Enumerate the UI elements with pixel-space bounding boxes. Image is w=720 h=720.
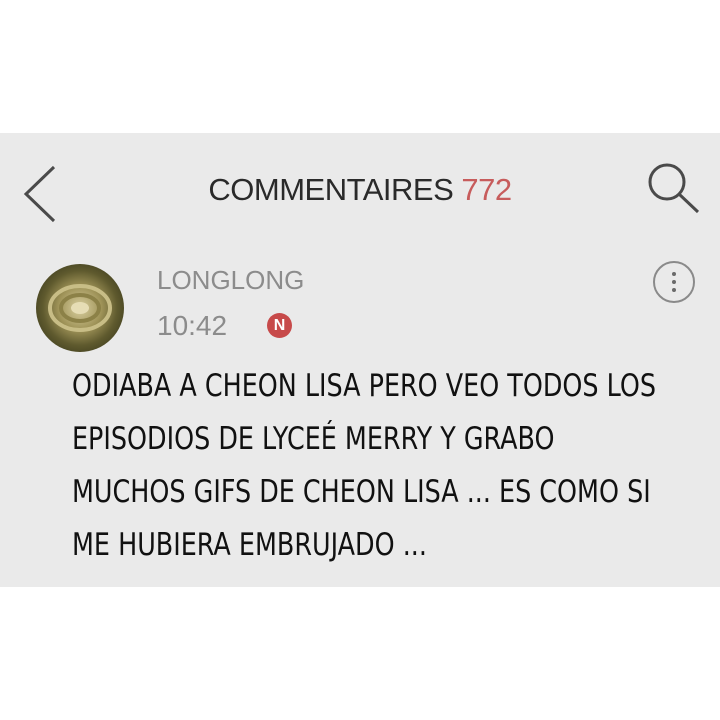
- comment-text: ODIABA A CHEON LISA PERO VEO TODOS LOS E…: [72, 360, 657, 572]
- comment-line: ODIABA A CHEON LISA PERO VEO TODOS LOS: [72, 368, 657, 404]
- comment-username[interactable]: LONGLONG: [157, 265, 304, 296]
- page-title: COMMENTAIRES 772: [0, 172, 720, 208]
- comment-line: MUCHOS GIFS DE CHEON LISA ... ES COMO SI: [72, 474, 651, 510]
- comment-count: 772: [461, 172, 512, 207]
- more-options-button[interactable]: [653, 261, 695, 303]
- title-label: COMMENTAIRES: [208, 172, 454, 207]
- comment-line: EPISODIOS DE LYCEÉ MERRY Y GRABO: [72, 421, 555, 457]
- comment-line: ME HUBIERA EMBRUJADO ...: [72, 527, 427, 563]
- comment-timestamp: 10:42: [157, 310, 228, 341]
- avatar[interactable]: [36, 264, 124, 352]
- new-badge: N: [267, 313, 292, 338]
- search-icon[interactable]: [644, 160, 702, 218]
